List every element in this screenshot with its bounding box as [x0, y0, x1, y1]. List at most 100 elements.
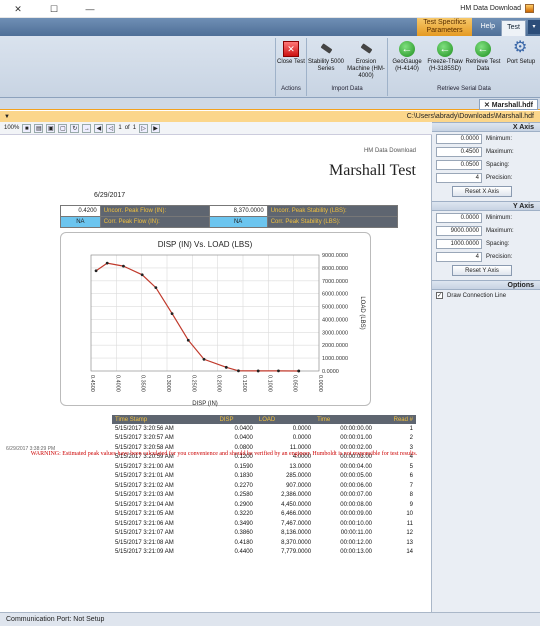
- data-point: [154, 286, 158, 290]
- geogauge-label: GeoGauge (H-4140): [392, 59, 422, 72]
- maximize-window-button[interactable]: ☐: [36, 0, 72, 18]
- tab-test[interactable]: Test: [501, 20, 526, 36]
- cell-time-stamp: 5/15/2017 3:21:08 AM: [115, 539, 174, 546]
- cell-time: 00:00:04.00: [340, 463, 372, 470]
- y-min-input[interactable]: 0.0000: [436, 212, 482, 223]
- y-spacing-input[interactable]: 1000.0000: [436, 238, 482, 249]
- zoom-select[interactable]: 100%: [4, 125, 19, 131]
- table-row: 5/15/2017 3:20:56 AM 0.0400 0.0000 00:00:00…: [112, 424, 416, 434]
- x-tick-label: 0.2500: [190, 375, 196, 392]
- cell-time: 00:00:01.00: [340, 435, 372, 442]
- group-retrieve-serial-data: Port Setup Retrieve Test Data Freeze-Tha…: [387, 37, 540, 96]
- group-import-data: Erosion Machine (HM-4000) Stability 5000…: [306, 38, 387, 96]
- chart-svg: DISP (IN) Vs. LOAD (LBS) 0.0000 1000.0000 2…: [89, 240, 365, 407]
- corr-peak-stability-label: Corr. Peak Stability (LBS):: [266, 216, 399, 228]
- x-precision-input[interactable]: 4: [436, 172, 482, 183]
- cell-load: 0.0000: [292, 425, 312, 432]
- draw-line-checkbox[interactable]: ✓: [436, 292, 443, 299]
- cell-load: 2,386.0000: [281, 492, 312, 499]
- cell-disp: 0.0400: [234, 435, 253, 442]
- cell-time-stamp: 5/15/2017 3:21:05 AM: [115, 511, 174, 518]
- cell-disp: 0.4180: [234, 539, 253, 546]
- retrieve-test-data-button[interactable]: Retrieve Test Data: [464, 38, 502, 86]
- cell-time: 00:00:05.00: [340, 473, 372, 480]
- cell-time-stamp: 5/15/2017 3:20:56 AM: [115, 425, 174, 432]
- y-max-label: Maximum:: [486, 227, 514, 234]
- cell-time-stamp: 5/15/2017 3:21:06 AM: [115, 520, 174, 527]
- document-tab-close-icon[interactable]: ✕: [484, 102, 490, 109]
- x-precision-label: Precision:: [486, 174, 513, 181]
- print-layout-icon[interactable]: ▢: [58, 123, 68, 133]
- geogauge-button[interactable]: GeoGauge (H-4140): [388, 38, 426, 86]
- probe-icon: [358, 41, 374, 57]
- page-number-input[interactable]: 1: [133, 125, 136, 131]
- x-min-input[interactable]: 0.0000: [436, 133, 482, 144]
- x-spacing-input[interactable]: 0.0500: [436, 159, 482, 170]
- next-page-icon[interactable]: ◁: [106, 123, 116, 133]
- reset-y-axis-button[interactable]: Reset Y Axis: [452, 265, 512, 276]
- document-tab[interactable]: ✕ Marshall.hdf: [478, 99, 538, 110]
- cell-read: 1: [409, 425, 413, 432]
- table-row: 5/15/2017 3:21:05 AM 0.3220 6,466.0000 00:0…: [112, 510, 416, 520]
- y-max-input[interactable]: 9000.0000: [436, 225, 482, 236]
- uncorr-peak-stability-label: Uncorr. Peak Stability (LBS):: [266, 205, 399, 217]
- freeze-thaw-label: Freeze-Thaw (H-3185SD): [427, 59, 463, 72]
- cell-read: 9: [409, 501, 413, 508]
- report-title: Marshall Test: [328, 162, 416, 179]
- page-setup-icon[interactable]: ▣: [46, 123, 56, 133]
- y-precision-input[interactable]: 4: [436, 251, 482, 262]
- table-row: 5/15/2017 3:21:04 AM 0.2900 4,450.0000 00:0…: [112, 500, 416, 510]
- cell-read: 13: [406, 539, 413, 546]
- cell-disp: 0.3220: [234, 511, 253, 518]
- data-point: [94, 269, 98, 273]
- table-row: 5/15/2017 3:21:01 AM 0.1830 285.0000 00:00:…: [112, 472, 416, 482]
- cell-time: 00:00:08.00: [340, 501, 372, 508]
- refresh-icon[interactable]: ↻: [70, 123, 80, 133]
- uncorr-peak-flow-value: 0.4200: [60, 205, 101, 217]
- first-page-icon[interactable]: ▶: [151, 123, 161, 133]
- table-row: 5/15/2017 3:21:09 AM 0.4400 7,779.0000 00:0…: [112, 548, 416, 558]
- cell-disp: 0.3490: [234, 520, 253, 527]
- pin-icon[interactable]: ▼: [4, 114, 10, 120]
- warning-text: WARNING: Estimated peak values have been…: [30, 451, 418, 457]
- x-axis-header: X Axis: [432, 122, 540, 132]
- minimize-window-button[interactable]: —: [72, 0, 108, 18]
- y-axis-header: Y Axis: [432, 201, 540, 211]
- report-header: HM Data Download: [363, 148, 416, 154]
- prev-page-icon[interactable]: ▷: [139, 123, 149, 133]
- cell-load: 6,466.0000: [281, 511, 312, 518]
- reset-x-axis-button[interactable]: Reset X Axis: [452, 186, 512, 197]
- stability-5000-button[interactable]: Stability 5000 Series: [307, 38, 345, 86]
- group-label: Actions: [281, 86, 301, 92]
- erosion-machine-button[interactable]: Erosion Machine (HM-4000): [345, 38, 387, 86]
- cell-time: 00:00:07.00: [340, 492, 372, 499]
- last-page-icon[interactable]: ◀: [94, 123, 104, 133]
- y-tick-label: 4000.0000: [322, 317, 348, 323]
- quick-access-icon[interactable]: ▾: [528, 20, 540, 34]
- port-setup-button[interactable]: Port Setup: [502, 37, 540, 86]
- tab-context-label: Test Specifics: [423, 19, 466, 26]
- close-test-button[interactable]: Close Test: [276, 38, 306, 86]
- freeze-thaw-button[interactable]: Freeze-Thaw (H-3185SD): [426, 38, 464, 86]
- green-arrow-icon: [475, 41, 491, 57]
- load-disp-chart: DISP (IN) Vs. LOAD (LBS) 0.0000 1000.0000 2…: [60, 232, 371, 407]
- data-point: [170, 312, 174, 316]
- back-icon[interactable]: →: [82, 123, 92, 133]
- x-tick-label: 0.2000: [216, 375, 222, 392]
- x-max-label: Maximum:: [486, 148, 514, 155]
- tab-help[interactable]: Help: [476, 20, 500, 36]
- data-point: [297, 369, 301, 373]
- tab-test-specifics[interactable]: Test Specifics Parameters: [417, 18, 472, 36]
- window-titlebar: ✕ ☐ — HM Data Download: [0, 0, 540, 18]
- x-min-label: Minimum:: [486, 135, 513, 142]
- close-window-button[interactable]: ✕: [0, 0, 36, 18]
- green-arrow-icon: [399, 41, 415, 57]
- cell-read: 12: [406, 530, 413, 537]
- save-icon[interactable]: ■: [22, 123, 32, 133]
- cell-time: 00:00:13.00: [340, 549, 372, 556]
- print-icon[interactable]: ▤: [34, 123, 44, 133]
- x-max-input[interactable]: 0.4500: [436, 146, 482, 157]
- table-row: 5/15/2017 3:21:06 AM 0.3490 7,467.0000 00:0…: [112, 519, 416, 529]
- cell-read: 2: [409, 435, 413, 442]
- cell-time: 00:00:11.00: [340, 530, 372, 537]
